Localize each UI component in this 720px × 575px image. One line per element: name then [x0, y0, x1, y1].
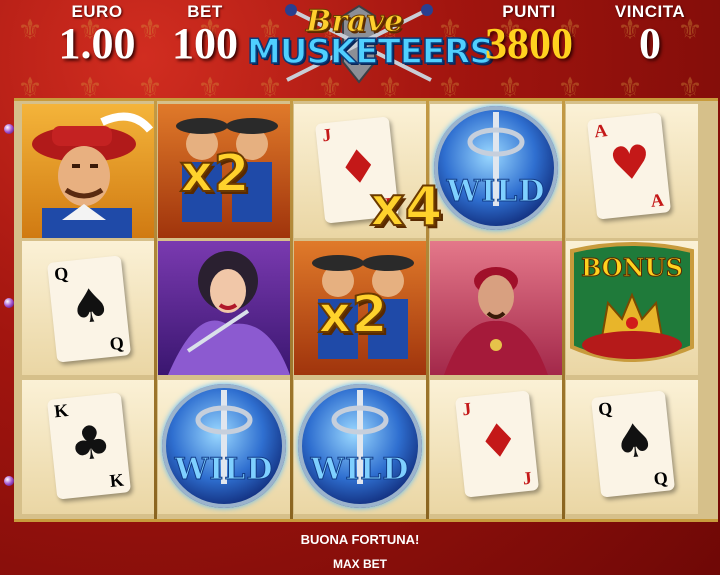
euro-display: EURO 1.00: [42, 2, 152, 66]
lady-icon: [168, 251, 290, 375]
reel-divider: [290, 101, 293, 519]
symbol-lady: [158, 241, 290, 375]
symbol-wild: WILD: [430, 104, 562, 238]
card-rank: J: [321, 124, 333, 146]
playing-card: Q ♠ Q: [590, 390, 676, 498]
payline-gem-icon: [4, 298, 14, 308]
reels-area: Q ♠ Q K ♣ K x2 WILD J ♦ J x2 WILD WILD J…: [14, 98, 718, 522]
sword-icon: [467, 112, 525, 206]
payline-gem-icon: [4, 476, 14, 486]
playing-card: J ♦ J: [454, 390, 540, 498]
reel-divider: [562, 101, 565, 519]
punti-display: PUNTI 3800: [474, 2, 584, 66]
euro-value: 1.00: [58, 19, 136, 68]
symbol-king-clubs: K ♣ K: [22, 380, 154, 514]
wild-shield-icon: WILD: [162, 384, 286, 508]
card-rank: J: [461, 398, 473, 420]
wild-label: WILD: [310, 452, 410, 488]
symbol-three-musketeers-x2: x2: [294, 241, 426, 375]
reel-divider: [154, 101, 157, 519]
diamond-icon: ♦: [474, 411, 522, 470]
bottom-bar: BUONA FORTUNA! MAX BET: [0, 521, 720, 575]
logo-musketeers: MUSKETEERS: [246, 31, 494, 73]
symbol-ace-hearts: A ♥ A: [566, 104, 698, 238]
card-rank: K: [108, 469, 125, 491]
sword-icon: [331, 390, 389, 484]
payline-gem-icon: [4, 124, 14, 134]
punti-value: 3800: [485, 19, 573, 68]
spade-icon: ♠: [610, 411, 658, 470]
game-frame: ⚜⚜⚜⚜⚜⚜⚜⚜⚜⚜⚜⚜ ⚜⚜⚜⚜⚜⚜⚜⚜⚜⚜⚜⚜ ⚜⚜⚜⚜⚜⚜⚜⚜⚜⚜⚜⚜ E…: [0, 0, 720, 575]
symbol-queen-spades: Q ♠ Q: [22, 241, 154, 375]
card-rank: Q: [652, 467, 669, 489]
bonus-label: BONUS: [581, 253, 684, 283]
symbol-cardinal: [430, 241, 562, 375]
symbol-wild: WILD: [158, 380, 290, 514]
symbol-jack-diamonds: J ♦ J: [430, 380, 562, 514]
playing-card: A ♥ A: [586, 112, 672, 220]
max-bet-button[interactable]: MAX BET: [0, 557, 720, 571]
card-rank: Q: [108, 332, 125, 354]
vincita-display: VINCITA 0: [598, 2, 702, 66]
wild-label: WILD: [446, 174, 546, 210]
card-rank: A: [593, 120, 609, 142]
spade-icon: ♠: [66, 276, 114, 335]
status-message: BUONA FORTUNA!: [300, 532, 420, 547]
multiplier-x2: x2: [179, 143, 251, 205]
top-bar: EURO 1.00 BET 100 Brave MUSKETEERS PUNTI…: [0, 0, 720, 92]
wild-shield-icon: WILD: [298, 384, 422, 508]
symbol-three-musketeers-x2: x2: [158, 104, 290, 238]
playing-card: Q ♠ Q: [46, 255, 132, 363]
sword-icon: [195, 390, 253, 484]
playing-card: K ♣ K: [46, 392, 132, 500]
cardinal-icon: [444, 267, 548, 375]
card-rank: A: [649, 189, 665, 211]
reel-divider: [426, 101, 429, 519]
wild-label: WILD: [174, 452, 274, 488]
multiplier-x2: x2: [317, 284, 389, 346]
vincita-value: 0: [639, 19, 661, 68]
bet-display: BET 100: [160, 2, 250, 66]
heart-icon: ♥: [606, 133, 654, 192]
multiplier-x4: x4: [369, 174, 443, 239]
symbol-bonus: BONUS: [566, 241, 698, 375]
symbol-queen-spades: Q ♠ Q: [566, 380, 698, 514]
musketeer-icon: [32, 112, 154, 238]
club-icon: ♣: [66, 413, 114, 472]
bet-value: 100: [172, 19, 238, 68]
game-logo: Brave MUSKETEERS: [243, 2, 495, 86]
symbol-musketeer-portrait: [22, 104, 154, 238]
symbol-wild: WILD: [294, 380, 426, 514]
wild-shield-icon: WILD: [434, 106, 558, 230]
card-rank: J: [521, 467, 533, 489]
